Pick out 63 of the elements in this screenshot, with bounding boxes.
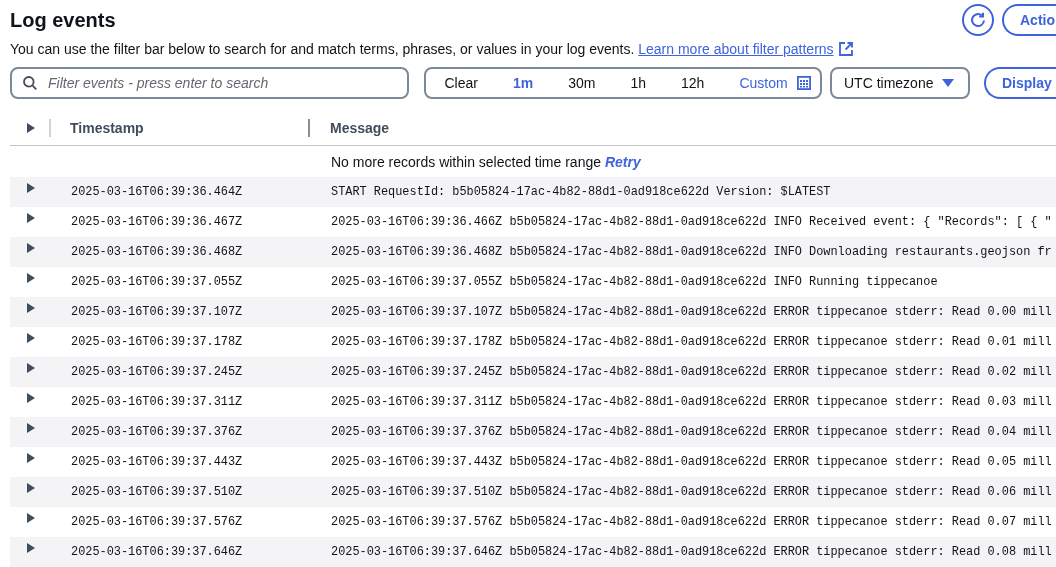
timestamp-cell: 2025-03-16T06:39:37.311Z bbox=[71, 395, 243, 409]
expand-caret-icon[interactable] bbox=[27, 243, 35, 253]
retry-link[interactable]: Retry bbox=[604, 153, 641, 170]
description-text: You can use the filter bar below to search for and match terms, phrases, or values in your log events. Learn more about filter patterns bbox=[10, 40, 1056, 58]
timestamp-cell: 2025-03-16T06:39:37.107Z bbox=[71, 305, 243, 319]
expand-all-caret-icon[interactable] bbox=[27, 122, 35, 133]
timestamp-cell: 2025-03-16T06:39:37.055Z bbox=[71, 275, 243, 289]
timestamp-cell: 2025-03-16T06:39:37.510Z bbox=[71, 485, 243, 499]
message-cell: 2025-03-16T06:39:37.055Z b5b05824-17ac-4b82-88d1-0ad918ce622d INFO Running tippecanoe bbox=[331, 275, 938, 289]
expand-caret-icon[interactable] bbox=[27, 543, 35, 553]
timestamp-cell: 2025-03-16T06:39:36.464Z bbox=[71, 185, 243, 199]
message-cell: 2025-03-16T06:39:37.178Z b5b05824-17ac-4b82-88d1-0ad918ce622d ERROR tippecanoe stderr: Read 0.01 mill bbox=[331, 335, 1052, 349]
refresh-icon bbox=[970, 12, 986, 28]
message-cell: 2025-03-16T06:39:36.468Z b5b05824-17ac-4b82-88d1-0ad918ce622d INFO Downloading restaurants.geojson fr bbox=[331, 245, 1052, 259]
message-cell: 2025-03-16T06:39:37.107Z b5b05824-17ac-4b82-88d1-0ad918ce622d ERROR tippecanoe stderr: Read 0.00 mill bbox=[331, 305, 1052, 319]
timestamp-cell: 2025-03-16T06:39:37.245Z bbox=[71, 365, 243, 379]
refresh-button[interactable] bbox=[962, 4, 994, 36]
message-cell: 2025-03-16T06:39:37.245Z b5b05824-17ac-4b82-88d1-0ad918ce622d ERROR tippecanoe stderr: Read 0.02 mill bbox=[331, 365, 1052, 379]
calendar-icon bbox=[796, 76, 811, 90]
expand-caret-icon[interactable] bbox=[27, 453, 35, 463]
actions-button[interactable]: Actio bbox=[1002, 4, 1056, 36]
expand-caret-icon[interactable] bbox=[27, 363, 35, 373]
message-cell: 2025-03-16T06:39:37.646Z b5b05824-17ac-4b82-88d1-0ad918ce622d ERROR tippecanoe stderr: Read 0.08 mill bbox=[331, 545, 1052, 559]
message-cell: 2025-03-16T06:39:37.311Z b5b05824-17ac-4b82-88d1-0ad918ce622d ERROR tippecanoe stderr: Read 0.03 mill bbox=[331, 395, 1052, 409]
section-title: Log events bbox=[10, 8, 117, 33]
timestamp-cell: 2025-03-16T06:39:37.376Z bbox=[71, 425, 243, 439]
search-field[interactable]: Filter events - press enter to search bbox=[10, 67, 409, 99]
message-cell: 2025-03-16T06:39:37.376Z b5b05824-17ac-4b82-88d1-0ad918ce622d ERROR tippecanoe stderr: Read 0.04 mill bbox=[331, 425, 1052, 439]
time-range-option[interactable]: 12h bbox=[663, 69, 722, 97]
expand-caret-icon[interactable] bbox=[27, 423, 35, 433]
clear-button[interactable]: Clear bbox=[427, 69, 496, 97]
expand-caret-icon[interactable] bbox=[27, 303, 35, 313]
timestamp-cell: 2025-03-16T06:39:37.646Z bbox=[71, 545, 243, 559]
timestamp-cell: 2025-03-16T06:39:37.576Z bbox=[71, 515, 243, 529]
time-range-option[interactable]: 1h bbox=[612, 69, 664, 97]
expand-caret-icon[interactable] bbox=[27, 273, 35, 283]
timestamp-cell: 2025-03-16T06:39:36.468Z bbox=[71, 245, 243, 259]
filter-patterns-link[interactable]: Learn more about filter patterns bbox=[638, 41, 853, 57]
custom-range-button[interactable]: Custom bbox=[721, 69, 819, 97]
caret-down-icon bbox=[942, 79, 954, 87]
message-cell: 2025-03-16T06:39:36.466Z b5b05824-17ac-4b82-88d1-0ad918ce622d INFO Received event: { "Records": [ { " bbox=[331, 215, 1052, 229]
search-icon bbox=[23, 76, 37, 90]
timestamp-cell: 2025-03-16T06:39:37.443Z bbox=[71, 455, 243, 469]
time-range-option[interactable]: 1m bbox=[495, 69, 551, 97]
no-more-records-message: No more records within selected time range Retry bbox=[331, 153, 641, 170]
expand-caret-icon[interactable] bbox=[27, 183, 35, 193]
timestamp-cell: 2025-03-16T06:39:37.178Z bbox=[71, 335, 243, 349]
expand-caret-icon[interactable] bbox=[27, 333, 35, 343]
column-header[interactable]: Message bbox=[330, 119, 390, 136]
message-cell: START RequestId: b5b05824-17ac-4b82-88d1-0ad918ce622d Version: $LATEST bbox=[331, 185, 831, 199]
expand-caret-icon[interactable] bbox=[27, 513, 35, 523]
message-cell: 2025-03-16T06:39:37.510Z b5b05824-17ac-4b82-88d1-0ad918ce622d ERROR tippecanoe stderr: Read 0.06 mill bbox=[331, 485, 1052, 499]
expand-caret-icon[interactable] bbox=[27, 213, 35, 223]
column-header[interactable]: Timestamp bbox=[70, 119, 144, 136]
message-cell: 2025-03-16T06:39:37.576Z b5b05824-17ac-4b82-88d1-0ad918ce622d ERROR tippecanoe stderr: Read 0.07 mill bbox=[331, 515, 1052, 529]
display-button[interactable]: Display bbox=[984, 67, 1056, 99]
expand-caret-icon[interactable] bbox=[27, 393, 35, 403]
timezone-dropdown[interactable]: UTC timezone bbox=[830, 67, 970, 99]
message-cell: 2025-03-16T06:39:37.443Z b5b05824-17ac-4b82-88d1-0ad918ce622d ERROR tippecanoe stderr: Read 0.05 mill bbox=[331, 455, 1052, 469]
external-link-icon bbox=[838, 42, 853, 56]
timestamp-cell: 2025-03-16T06:39:36.467Z bbox=[71, 215, 243, 229]
expand-caret-icon[interactable] bbox=[27, 483, 35, 493]
time-range-option[interactable]: 30m bbox=[550, 69, 613, 97]
